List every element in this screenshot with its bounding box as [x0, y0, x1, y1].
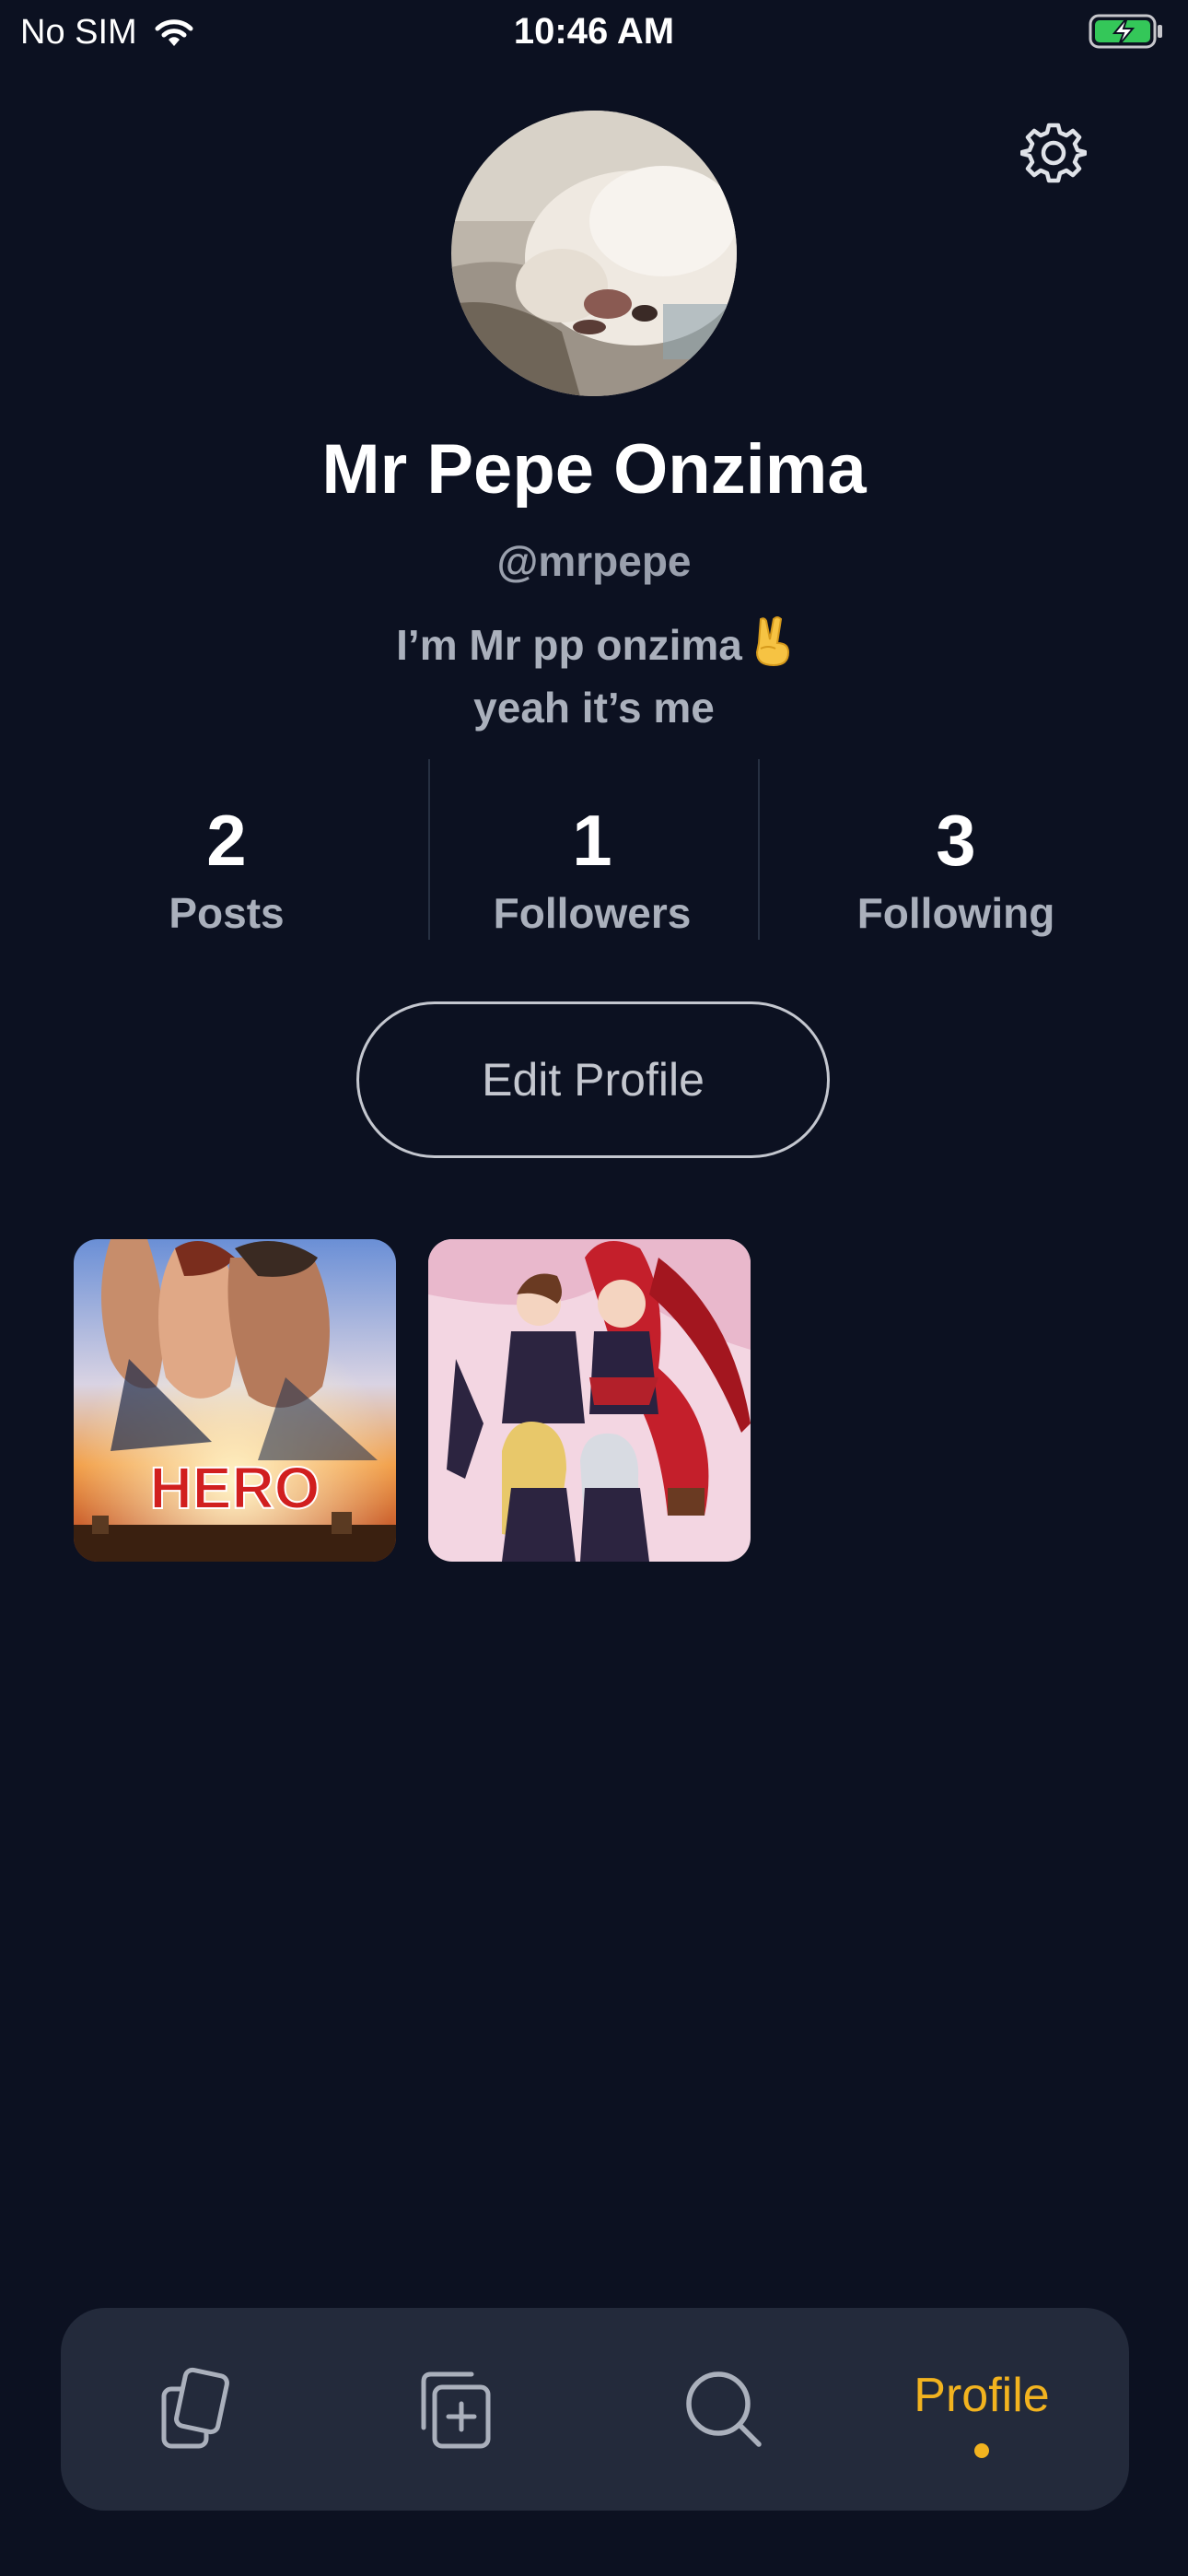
status-time: 10:46 AM: [513, 11, 675, 52]
following-count: 3: [936, 800, 976, 881]
post-thumbnail[interactable]: HERO: [74, 1239, 396, 1562]
posts-count: 2: [206, 800, 247, 881]
bio-line-1: I’m Mr pp onzima: [0, 615, 1188, 680]
battery-charging-icon: [1089, 13, 1166, 54]
tab-profile[interactable]: Profile: [871, 2308, 1092, 2511]
tab-profile-label: Profile: [914, 2369, 1050, 2422]
add-post-icon: [421, 2371, 491, 2449]
posts-label: Posts: [169, 889, 285, 937]
stat-following[interactable]: 3 Following: [790, 759, 1122, 938]
profile-handle: @mrpepe: [496, 537, 692, 585]
search-icon: [686, 2371, 762, 2447]
profile-stats: 2 Posts 1 Followers 3 Following: [0, 759, 1188, 940]
victory-hand-icon: [751, 615, 792, 680]
edit-profile-button[interactable]: Edit Profile: [356, 1001, 830, 1158]
active-tab-indicator: [974, 2443, 989, 2458]
profile-avatar[interactable]: [451, 111, 737, 396]
settings-button[interactable]: [1017, 116, 1090, 190]
stat-divider: [758, 759, 760, 940]
bio-text-1: I’m Mr pp onzima: [396, 621, 742, 669]
followers-count: 1: [572, 800, 612, 881]
profile-name: Mr Pepe Onzima: [321, 430, 867, 509]
tab-search[interactable]: [613, 2308, 834, 2511]
bio-line-2: yeah it’s me: [473, 684, 715, 732]
gear-icon: [1020, 123, 1087, 183]
tab-create-post[interactable]: [343, 2308, 564, 2511]
cards-icon: [161, 2367, 229, 2449]
stat-posts[interactable]: 2 Posts: [61, 759, 392, 938]
following-label: Following: [856, 889, 1055, 937]
post-thumbnail[interactable]: [428, 1239, 751, 1562]
followers-label: Followers: [493, 889, 692, 937]
tab-bar: Profile: [61, 2308, 1129, 2511]
tab-feed[interactable]: [87, 2308, 308, 2511]
stat-followers[interactable]: 1 Followers: [426, 759, 758, 938]
profile-bio: I’m Mr pp onzima yeah it’s me: [0, 615, 1188, 735]
status-bar: No SIM 10:46 AM: [0, 0, 1188, 66]
poster-title: HERO: [150, 1455, 320, 1521]
